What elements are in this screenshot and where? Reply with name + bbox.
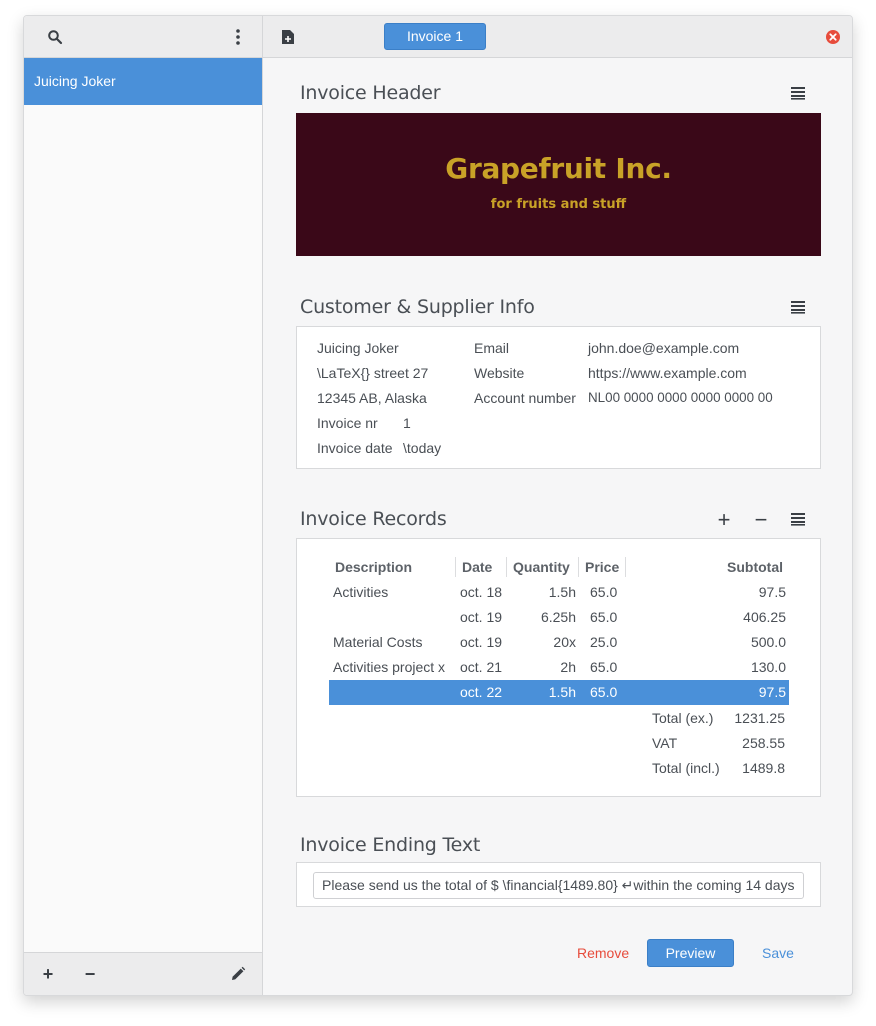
- main-header: Invoice 1: [263, 16, 852, 58]
- cell-price: 65.0: [590, 684, 618, 700]
- cell-quantity: 20x: [553, 634, 576, 650]
- cell-price: 65.0: [590, 609, 618, 625]
- website-value: https://www.example.com: [588, 365, 747, 381]
- customer-list: Juicing Joker: [24, 58, 262, 105]
- email-label: Email: [474, 340, 510, 356]
- column-header-price[interactable]: Price: [585, 559, 619, 575]
- company-tagline: for fruits and stuff: [490, 197, 627, 212]
- cell-quantity: 1.5h: [548, 584, 576, 600]
- main-content: Invoice 1 Invoice Header Grapefruit Inc.…: [263, 16, 852, 995]
- cell-quantity: 1.5h: [548, 684, 576, 700]
- cell-quantity: 6.25h: [540, 609, 576, 625]
- vat-value: 258.55: [742, 735, 785, 751]
- column-divider: [625, 557, 626, 577]
- ending-text-panel: Please send us the total of $ \financial…: [296, 862, 821, 907]
- cell-date: oct. 18: [460, 584, 503, 600]
- list-item-label: Juicing Joker: [34, 73, 116, 89]
- remove-customer-button[interactable]: −: [78, 962, 102, 986]
- save-button[interactable]: Save: [762, 945, 794, 961]
- section-title-info: Customer & Supplier Info: [300, 296, 535, 318]
- cell-date: oct. 19: [460, 609, 503, 625]
- section-title-records: Invoice Records: [300, 508, 447, 530]
- table-row[interactable]: Activities oct. 18 1.5h 65.0 97.5: [329, 580, 789, 605]
- add-customer-button[interactable]: +: [36, 962, 60, 986]
- list-item[interactable]: Juicing Joker: [24, 58, 262, 105]
- edit-pencil-icon[interactable]: [226, 962, 250, 986]
- tab-invoice-1[interactable]: Invoice 1: [384, 23, 486, 50]
- invoice-header-banner[interactable]: Grapefruit Inc. for fruits and stuff: [296, 113, 821, 256]
- total-incl-value: 1489.8: [742, 760, 785, 776]
- column-header-subtotal[interactable]: Subtotal: [727, 559, 783, 575]
- table-row[interactable]: oct. 19 6.25h 65.0 406.25: [329, 605, 789, 630]
- cell-subtotal: 97.5: [758, 584, 786, 600]
- table-row[interactable]: Activities project x oct. 21 2h 65.0 130…: [329, 655, 789, 680]
- vat-label: VAT: [652, 735, 678, 751]
- app-window: Juicing Joker + − Invoice 1 Invoice Head…: [23, 15, 853, 996]
- records-panel: Description Date Quantity Price Subtotal…: [296, 538, 821, 797]
- total-ex-value: 1231.25: [734, 710, 785, 726]
- customer-street: \LaTeX{} street 27: [317, 365, 429, 381]
- invoice-date-value: \today: [403, 440, 442, 456]
- table-row[interactable]: Material Costs oct. 19 20x 25.0 500.0: [329, 630, 789, 655]
- column-divider: [506, 557, 507, 577]
- preview-button[interactable]: Preview: [647, 939, 734, 967]
- cell-date: oct. 19: [460, 634, 503, 650]
- account-label: Account number: [474, 390, 576, 406]
- cell-price: 65.0: [590, 659, 618, 675]
- remove-record-button[interactable]: −: [749, 507, 773, 532]
- invoice-nr-label: Invoice nr: [317, 415, 378, 431]
- invoice-date-label: Invoice date: [317, 440, 393, 456]
- search-icon[interactable]: [43, 25, 67, 49]
- cell-price: 25.0: [590, 634, 618, 650]
- column-header-date[interactable]: Date: [462, 559, 492, 575]
- hamburger-menu-icon[interactable]: [789, 84, 807, 102]
- total-incl-label: Total (incl.): [652, 760, 720, 776]
- close-icon[interactable]: [821, 25, 845, 49]
- cell-date: oct. 21: [460, 659, 503, 675]
- hamburger-menu-icon[interactable]: [789, 510, 807, 528]
- section-title-ending: Invoice Ending Text: [300, 834, 481, 856]
- customer-supplier-panel[interactable]: Juicing Joker \LaTeX{} street 27 12345 A…: [296, 326, 821, 469]
- add-record-button[interactable]: +: [712, 507, 736, 532]
- cell-quantity: 2h: [560, 659, 576, 675]
- column-divider: [455, 557, 456, 577]
- cell-description: Activities project x: [333, 659, 446, 675]
- cell-subtotal: 130.0: [750, 659, 786, 675]
- cell-description: Activities: [333, 584, 389, 600]
- cell-price: 65.0: [590, 584, 618, 600]
- customer-city: 12345 AB, Alaska: [317, 390, 427, 406]
- table-row-selected[interactable]: oct. 22 1.5h 65.0 97.5: [329, 680, 789, 705]
- cell-subtotal: 500.0: [750, 634, 786, 650]
- email-value: john.doe@example.com: [588, 340, 740, 356]
- ending-text-input[interactable]: Please send us the total of $ \financial…: [313, 872, 804, 899]
- invoice-nr-value: 1: [403, 415, 411, 431]
- sidebar-header: [24, 16, 262, 58]
- remove-button[interactable]: Remove: [577, 945, 629, 961]
- cell-description: Material Costs: [333, 634, 423, 650]
- section-title-header: Invoice Header: [300, 82, 441, 104]
- customer-name: Juicing Joker: [317, 340, 399, 356]
- column-header-description[interactable]: Description: [335, 559, 412, 575]
- column-divider: [578, 557, 579, 577]
- account-value: NL00 0000 0000 0000 0000 00: [588, 390, 773, 405]
- new-document-icon[interactable]: [276, 25, 300, 49]
- column-header-quantity[interactable]: Quantity: [513, 559, 570, 575]
- more-options-icon[interactable]: [226, 25, 250, 49]
- website-label: Website: [474, 365, 525, 381]
- total-ex-label: Total (ex.): [652, 710, 714, 726]
- sidebar: Juicing Joker + −: [24, 16, 263, 995]
- cell-subtotal: 406.25: [743, 609, 786, 625]
- hamburger-menu-icon[interactable]: [789, 298, 807, 316]
- cell-subtotal: 97.5: [758, 684, 786, 700]
- sidebar-footer: + −: [24, 952, 262, 995]
- cell-date: oct. 22: [460, 684, 503, 700]
- company-name: Grapefruit Inc.: [445, 152, 672, 185]
